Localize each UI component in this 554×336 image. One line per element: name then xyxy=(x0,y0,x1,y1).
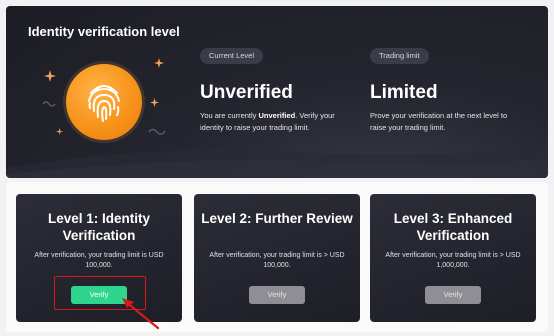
desc-emphasis: Unverified xyxy=(258,111,296,120)
desc-text: You are currently xyxy=(200,111,259,120)
fingerprint-icon xyxy=(88,85,120,122)
level-title: Level 2: Further Review xyxy=(201,211,353,226)
level-desc: After verification, your trading limit i… xyxy=(209,252,345,269)
verification-hero: Identity verification level Current Leve… xyxy=(6,6,548,178)
current-level-status: Unverified xyxy=(200,82,293,103)
level-desc: After verification, your trading limit i… xyxy=(385,252,521,269)
verify-level-2-button[interactable]: Verify xyxy=(249,286,305,304)
current-level-desc: You are currently Unverified. Verify you… xyxy=(200,110,350,134)
fingerprint-illustration xyxy=(42,50,172,160)
trading-limit-badge: Trading limit xyxy=(370,48,429,64)
level-card-2: Level 2: Further Review After verificati… xyxy=(194,194,360,322)
squiggle-decoration xyxy=(148,128,166,135)
hero-title: Identity verification level xyxy=(28,24,180,39)
sparkle-icon xyxy=(44,70,56,82)
trading-limit-desc: Prove your verification at the next leve… xyxy=(370,111,508,132)
fingerprint-badge xyxy=(66,64,142,140)
level-title: Level 3: Enhanced Verification xyxy=(393,211,513,243)
level-title: Level 1: Identity Verification xyxy=(47,211,151,243)
trading-limit-status: Limited xyxy=(370,82,438,103)
sparkle-icon xyxy=(154,58,164,68)
level-desc: After verification, your trading limit i… xyxy=(34,252,164,269)
arrow-pointer-icon xyxy=(122,298,160,330)
sparkle-icon xyxy=(150,98,159,107)
sparkle-icon xyxy=(56,128,63,135)
squiggle-decoration xyxy=(42,101,56,107)
level-card-3: Level 3: Enhanced Verification After ver… xyxy=(370,194,536,322)
verify-level-3-button[interactable]: Verify xyxy=(425,286,481,304)
current-level-badge: Current Level xyxy=(200,48,264,64)
